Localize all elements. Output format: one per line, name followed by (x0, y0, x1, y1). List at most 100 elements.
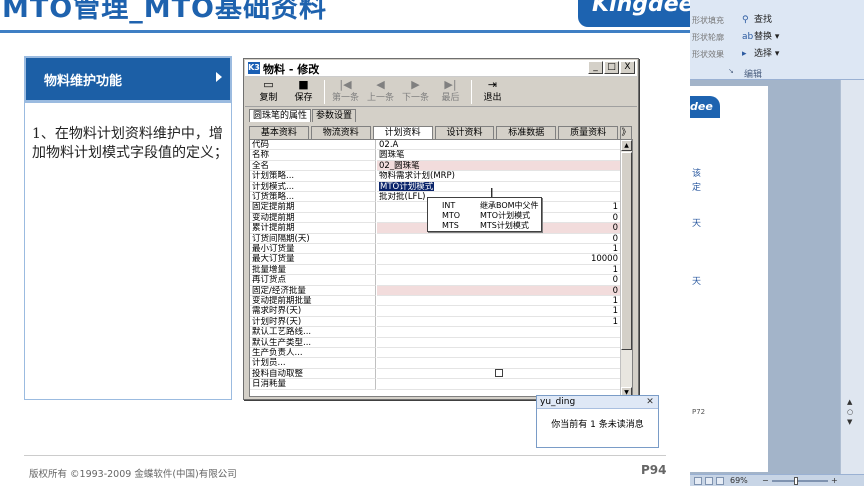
grid-row-value[interactable]: 1 (377, 265, 620, 276)
tab-basic[interactable]: 基本资料 (249, 126, 309, 139)
message-notification[interactable]: yu_ding ✕ 你当前有 1 条未读消息 (536, 395, 659, 448)
slide-title: MTO管理_MTO基础资料 (2, 0, 327, 24)
grid-row[interactable]: 生产负责人... (250, 348, 620, 359)
grid-row[interactable]: 计划模式... MTO计划模式 (250, 181, 620, 192)
grid-row[interactable]: 全名 02_圆珠笔 (250, 160, 620, 172)
grid-row[interactable]: 最大订货量 10000 (250, 254, 620, 265)
dropdown-option[interactable]: INT 继承BOM中父件 (428, 201, 541, 211)
scroll-thumb[interactable] (621, 152, 632, 350)
copy-button[interactable]: ▭ 复制 (251, 78, 286, 106)
prev-record-button[interactable]: ◀ 上一条 (363, 78, 398, 106)
scroll-up-icon[interactable]: ▲ (621, 140, 632, 151)
dialog-launcher-icon[interactable]: ↘ (728, 67, 734, 75)
page-down-icon[interactable]: ▼ (847, 418, 852, 426)
save-icon: ■ (298, 78, 309, 91)
grid-row[interactable]: 日消耗量 (250, 379, 620, 390)
grid-row-value[interactable]: 02_圆珠笔 (377, 160, 620, 172)
grid-row[interactable]: 默认工艺路线... (250, 327, 620, 338)
grid-scrollbar[interactable]: ▲ ▼ (620, 140, 632, 396)
sorter-view-icon[interactable] (705, 477, 713, 485)
grid-row-value[interactable] (377, 379, 620, 390)
dropdown-option[interactable]: MTS MTS计划模式 (428, 221, 541, 231)
slide-thumbnail[interactable]: dee 该 定 天 天 P72 (690, 86, 768, 472)
grid-row-value[interactable] (377, 369, 620, 380)
grid-row[interactable]: 需求时界(天) 1 (250, 306, 620, 317)
grid-row[interactable]: 投料自动取整 (250, 368, 620, 380)
zoom-slider-thumb[interactable] (794, 477, 798, 485)
selected-plan-mode-value[interactable]: MTO计划模式 (379, 181, 435, 191)
property-grid: 日消耗量 投料自动取整 计划员... 生产负责人... 默认生产类型... 默认工艺路线.… (249, 139, 633, 397)
grid-row[interactable]: 再订货点 0 (250, 275, 620, 286)
grid-row-value[interactable]: 02.A (377, 140, 620, 151)
grid-row-value[interactable]: 0 (377, 234, 620, 244)
grid-row-value[interactable]: 1 (377, 244, 620, 255)
find-button[interactable]: ⚲ 查找 (742, 12, 806, 29)
grid-row[interactable]: 名称 圆珠笔 (250, 150, 620, 161)
grid-row-value[interactable]: 0 (377, 275, 620, 286)
grid-row-value[interactable] (377, 338, 620, 348)
normal-view-icon[interactable] (694, 477, 702, 485)
exit-button[interactable]: ⇥ 退出 (475, 78, 510, 106)
grid-row-label: 固定/经济批量 (250, 285, 376, 296)
shape-effects-button[interactable]: 形状效果 (690, 46, 738, 63)
last-record-label: 最后 (441, 93, 460, 103)
grid-row-value[interactable]: MTO计划模式 (377, 181, 620, 192)
select-button[interactable]: ▸ 选择 ▾ (742, 46, 806, 63)
mini-page-number: P72 (692, 408, 706, 416)
reading-view-icon[interactable] (716, 477, 724, 485)
ribbon: 形状填充 形状轮廓 形状效果 ⚲ 查找 ab替换 ▾ ▸ 选择 ▾ ↘ 编辑 (690, 0, 864, 80)
grid-row-value[interactable]: 1 (377, 296, 620, 307)
auto-round-checkbox[interactable] (495, 369, 503, 378)
last-record-button[interactable]: ▶| 最后 (433, 78, 468, 106)
grid-row-value[interactable] (377, 348, 620, 359)
grid-row[interactable]: 订货间隔期(天) 0 (250, 233, 620, 244)
notification-close-icon[interactable]: ✕ (645, 397, 655, 407)
minimize-button[interactable]: _ (588, 61, 603, 74)
tab-quality[interactable]: 质量资料 (558, 126, 619, 139)
zoom-out-icon[interactable]: − (762, 475, 769, 486)
page-up-icon[interactable]: ▲ (847, 398, 852, 406)
grid-row[interactable]: 变动提前期批量 1 (250, 296, 620, 307)
grid-row-value[interactable]: 10000 (377, 254, 620, 265)
grid-row[interactable]: 代码 02.A (250, 140, 620, 151)
close-button[interactable]: X (620, 61, 635, 74)
maximize-button[interactable]: □ (604, 61, 619, 74)
subtab-parameters[interactable]: 参数设置 (312, 109, 357, 122)
replace-button[interactable]: ab替换 ▾ (742, 29, 806, 46)
grid-row-label: 批量增量 (250, 264, 376, 276)
grid-row[interactable]: 计划策略... 物料需求计划(MRP) (250, 171, 620, 182)
dropdown-option[interactable]: MTO MTO计划模式 (428, 211, 541, 221)
next-record-button[interactable]: ▶ 下一条 (398, 78, 433, 106)
save-button[interactable]: ■ 保存 (286, 78, 321, 106)
grid-row-value[interactable] (377, 358, 620, 369)
first-record-button[interactable]: |◀ 第一条 (328, 78, 363, 106)
grid-row[interactable]: 固定/经济批量 0 (250, 285, 620, 296)
grid-row[interactable]: 计划时界(天) 1 (250, 316, 620, 328)
grid-row-label: 订货策略... (250, 192, 376, 203)
tab-standard[interactable]: 标准数据 (496, 126, 557, 139)
grid-row-value[interactable]: 物料需求计划(MRP) (377, 171, 620, 182)
zoom-level[interactable]: 69% (730, 475, 748, 486)
grid-row-value[interactable]: 1 (377, 306, 620, 317)
grid-row-value[interactable]: 1 (377, 317, 620, 328)
grid-row-value[interactable]: 0 (377, 285, 620, 296)
grid-row-value[interactable] (377, 327, 620, 338)
document-scrollbar[interactable]: ▲ ○ ▼ (840, 80, 864, 474)
grid-row-value[interactable]: 圆珠笔 (377, 150, 620, 161)
tab-more[interactable]: 》 (620, 126, 633, 139)
subtab-properties[interactable]: 圆珠笔的属性 (249, 109, 312, 122)
tab-logistics[interactable]: 物流资料 (310, 126, 371, 139)
notification-user: yu_ding (540, 397, 576, 407)
window-titlebar[interactable]: K3 物料 - 修改 _ □ X (245, 60, 637, 77)
grid-row[interactable]: 计划员... (250, 358, 620, 369)
grid-row[interactable]: 最小订货量 1 (250, 244, 620, 255)
shape-fill-button[interactable]: 形状填充 (690, 12, 738, 29)
tab-design[interactable]: 设计资料 (434, 126, 495, 139)
zoom-slider[interactable] (772, 480, 828, 482)
grid-row[interactable]: 默认生产类型... (250, 337, 620, 348)
tab-planning[interactable]: 计划资料 (372, 126, 433, 139)
grid-row[interactable]: 批量增量 1 (250, 264, 620, 276)
shape-outline-button[interactable]: 形状轮廓 (690, 29, 738, 46)
zoom-in-icon[interactable]: + (831, 475, 838, 486)
select-object-icon[interactable]: ○ (847, 408, 853, 416)
